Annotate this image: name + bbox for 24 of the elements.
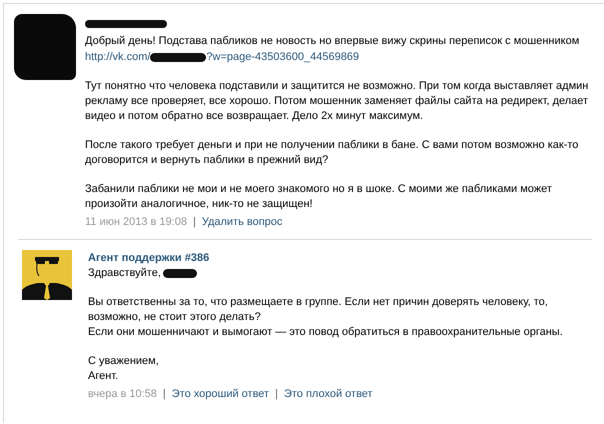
page-link[interactable]: ?w=page-43503600_44569869	[206, 51, 360, 63]
answer-text: Вы ответственны за то, что размещаете в группе. Если нет причин доверять человеку, то, возможно, не стоит этого делать?	[88, 295, 549, 325]
action-link[interactable]: Удалить вопрос	[202, 215, 282, 230]
redaction-mark	[14, 14, 76, 80]
agent-avatar-icon	[22, 250, 72, 300]
question-paragraph: Забанили паблики не мои и не моего знакомого но я в шоке. С моими же пабликами может произойти аналогичное, ник-то не защищен!	[85, 182, 553, 212]
greeting-text: Здравствуйте,	[88, 266, 161, 281]
page-link[interactable]: http://vk.com/	[85, 51, 150, 63]
question-paragraph: После такого требует деньги и при не получении паблики в бане. С вами потом возможно как-то договорится и вернуть паблики в прежний вид?	[85, 138, 580, 168]
post-timestamp: вчера в 10:58	[88, 387, 157, 402]
separator-text: |	[192, 215, 196, 230]
question-paragraph: Тут понятно что человека подставили и защитится не возможно. При том когда выставляет админ рекламу все проверяет, все хорошо. Потом мошенник заменяет файлы сайта на редирект, делает видео и потом обратно все возвращает. Дело 2х минут максимум.	[85, 79, 590, 124]
answer-text: С уважением,	[88, 354, 160, 369]
redaction-mark	[150, 52, 206, 62]
action-link[interactable]: Это плохой ответ	[284, 387, 373, 402]
separator-text: |	[275, 387, 278, 402]
answer-text: Агент.	[88, 369, 120, 384]
agent-name-link[interactable]: Агент поддержки #386	[88, 250, 603, 266]
answer-text: Если они мошенничают и вымогают — это повод обратиться в правоохранительные органы.	[88, 325, 564, 340]
post-timestamp: 11 июн 2013 в 19:08	[85, 215, 187, 230]
question-text: Добрый день! Подстава пабликов не новость но впервые вижу скрины переписок с мошенником	[85, 34, 580, 49]
action-link[interactable]: Это хороший ответ	[172, 387, 270, 402]
separator-text: |	[162, 387, 166, 402]
redaction-mark	[162, 269, 197, 278]
